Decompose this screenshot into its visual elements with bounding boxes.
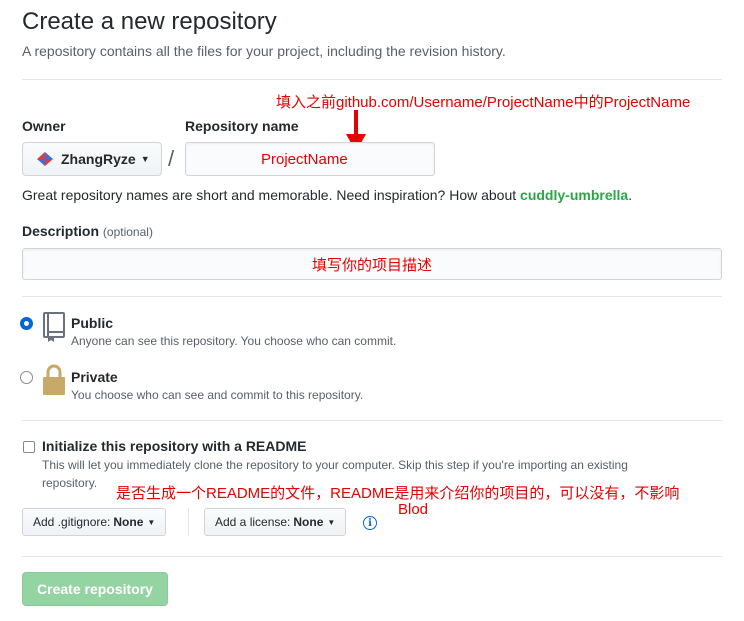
page-subtitle: A repository contains all the files for …	[22, 43, 506, 59]
private-radio[interactable]	[20, 371, 33, 384]
repo-book-icon	[43, 312, 65, 342]
readme-label[interactable]: Initialize this repository with a README	[42, 438, 306, 454]
license-prefix: Add a license:	[215, 515, 291, 529]
hint-end: .	[628, 187, 633, 203]
hint-text: Great repository names are short and mem…	[22, 187, 517, 203]
readme-annotation-line1: 是否生成一个README的文件，README是用来介绍你的项目的，可以没有，不影…	[116, 485, 680, 502]
private-description: You choose who can see and commit to thi…	[71, 388, 364, 402]
repo-name-hint: Great repository names are short and mem…	[22, 187, 632, 203]
owner-repo-separator: /	[168, 146, 175, 171]
divider-visibility	[22, 296, 722, 297]
license-select-button[interactable]: Add a license: None ▼	[204, 508, 347, 536]
description-input[interactable]: 填写你的项目描述	[22, 248, 722, 280]
readme-checkbox[interactable]	[23, 441, 35, 453]
chevron-down-icon: ▼	[147, 517, 156, 527]
readme-description-line2: repository.	[42, 476, 98, 490]
page-title: Create a new repository	[22, 8, 277, 35]
public-radio[interactable]	[20, 317, 33, 330]
optional-tag: (optional)	[102, 225, 153, 239]
license-value: None	[293, 515, 324, 529]
description-label: Description (optional)	[22, 223, 153, 239]
owner-label: Owner	[22, 118, 66, 134]
info-icon[interactable]: i	[363, 516, 377, 530]
repo-name-input[interactable]: ProjectName	[185, 142, 435, 176]
create-repository-button[interactable]: Create repository	[22, 572, 168, 606]
name-suggestion-link[interactable]: cuddly-umbrella	[520, 187, 628, 203]
gitignore-value: None	[113, 515, 144, 529]
repo-name-annotation: 填入之前github.com/Username/ProjectName中的Pro…	[276, 94, 691, 111]
gitignore-prefix: Add .gitignore:	[33, 515, 111, 529]
lock-icon	[43, 364, 65, 395]
description-value: 填写你的项目描述	[311, 256, 432, 274]
gitignore-select-button[interactable]: Add .gitignore: None ▼	[22, 508, 167, 536]
chevron-down-icon: ▼	[327, 517, 336, 527]
divider-readme	[22, 420, 722, 421]
chevron-down-icon: ▼	[140, 154, 150, 164]
readme-annotation-line2: Blod	[398, 501, 429, 518]
owner-name: ZhangRyze	[61, 151, 136, 167]
repo-name-value: ProjectName	[261, 150, 348, 168]
owner-select-button[interactable]: ZhangRyze ▼	[22, 142, 162, 176]
selector-separator	[188, 508, 189, 536]
public-label[interactable]: Public	[71, 315, 113, 331]
private-label[interactable]: Private	[71, 369, 118, 385]
divider-bottom	[22, 556, 722, 557]
avatar	[37, 152, 53, 166]
divider-top	[22, 79, 722, 80]
repo-name-label: Repository name	[185, 118, 299, 134]
description-label-text: Description	[22, 223, 100, 239]
public-description: Anyone can see this repository. You choo…	[71, 334, 397, 348]
readme-description-line1: This will let you immediately clone the …	[42, 458, 628, 472]
